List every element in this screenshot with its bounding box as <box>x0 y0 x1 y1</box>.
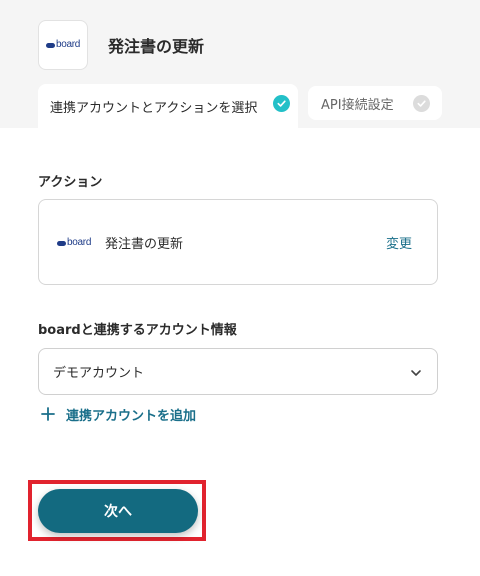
board-logo-icon: board <box>45 40 80 50</box>
check-icon <box>413 95 430 112</box>
check-icon <box>273 95 290 112</box>
tab-select-account-action[interactable]: 連携アカウントとアクションを選択 <box>38 84 298 128</box>
board-logo-icon: board <box>57 238 91 248</box>
account-select-value: デモアカウント <box>53 366 145 381</box>
action-section-label: アクション <box>38 175 103 190</box>
account-section-label: boardと連携するアカウント情報 <box>38 323 237 338</box>
tab-label: 連携アカウントとアクションを選択 <box>50 100 258 116</box>
plus-icon <box>38 404 58 424</box>
add-account-link[interactable]: 連携アカウントを追加 <box>38 402 196 426</box>
next-button[interactable]: 次へ <box>38 489 198 533</box>
app-logo-tile: board <box>38 20 88 70</box>
change-action-link[interactable]: 変更 <box>386 233 412 252</box>
action-name: 発注書の更新 <box>105 237 184 252</box>
tab-api-settings[interactable]: API接続設定 <box>308 86 442 120</box>
page-title: 発注書の更新 <box>108 37 205 56</box>
account-select[interactable]: デモアカウント <box>38 348 438 395</box>
tab-label: API接続設定 <box>321 97 394 113</box>
add-account-label: 連携アカウントを追加 <box>66 408 197 424</box>
chevron-down-icon <box>409 365 423 384</box>
action-card: board 発注書の更新 変更 <box>38 199 438 285</box>
